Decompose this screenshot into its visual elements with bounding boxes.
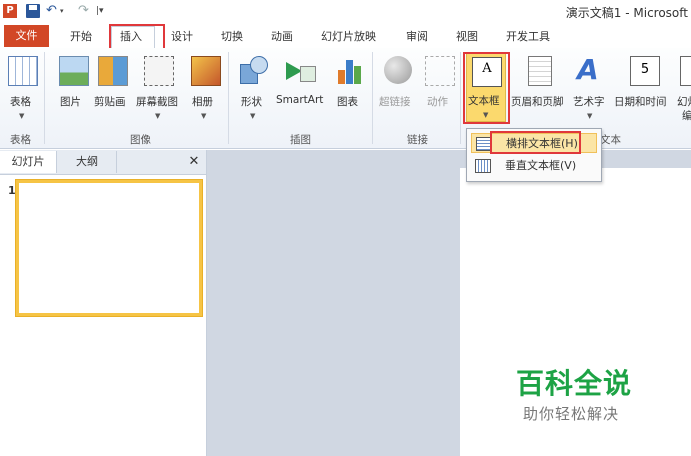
header-footer-button[interactable]: 页眉和页脚 xyxy=(510,50,570,130)
chart-label: 图表 xyxy=(337,96,358,108)
shapes-icon xyxy=(240,56,268,84)
table-icon xyxy=(8,56,38,86)
chart-icon xyxy=(336,56,364,84)
clipart-button[interactable]: 剪贴画 xyxy=(94,50,130,130)
album-label: 相册 xyxy=(192,96,213,108)
smartart-icon xyxy=(286,56,316,84)
slide-number: 1 xyxy=(8,184,16,197)
smartart-button[interactable]: SmartArt xyxy=(274,50,328,130)
datetime-label: 日期和时间 xyxy=(614,96,667,108)
undo-dropdown-icon[interactable]: ▾ xyxy=(60,4,74,18)
screenshot-icon xyxy=(144,56,174,86)
group-text-label: 文本 xyxy=(600,134,621,146)
powerpoint-icon: P xyxy=(3,4,17,18)
wordart-label: 艺术字 xyxy=(573,96,605,108)
slide-number-label-2: 编 xyxy=(682,110,691,122)
action-label: 动作 xyxy=(427,96,448,108)
slide-number-button[interactable]: 幻灯 编 xyxy=(676,50,691,130)
calendar-icon: 5 xyxy=(630,56,660,86)
tab-transitions[interactable]: 切换 xyxy=(221,28,243,44)
customize-qat-icon[interactable]: |▾ xyxy=(96,4,110,18)
group-images-label: 图像 xyxy=(130,134,151,146)
group-separator xyxy=(372,52,373,144)
slide-thumbnail[interactable] xyxy=(16,180,202,316)
shapes-label: 形状 xyxy=(241,96,262,108)
action-button[interactable]: 动作 xyxy=(424,50,455,130)
picture-icon xyxy=(59,56,89,86)
window-title: 演示文稿1 - Microsoft xyxy=(565,6,688,20)
table-label: 表格 xyxy=(10,96,31,108)
slide-number-label: 幻灯 xyxy=(677,96,691,108)
group-separator xyxy=(228,52,229,144)
ribbon-tabs: 文件 开始 插入 设计 切换 动画 幻灯片放映 审阅 视图 开发工具 xyxy=(0,24,691,49)
screenshot-label: 屏幕截图 xyxy=(136,96,178,108)
tab-home[interactable]: 开始 xyxy=(70,28,92,44)
shapes-dropdown-icon: ▼ xyxy=(250,112,256,120)
horizontal-textbox-highlight xyxy=(490,131,581,154)
album-dropdown-icon: ▼ xyxy=(201,112,207,120)
table-dropdown-icon: ▼ xyxy=(19,112,25,120)
group-links-label: 链接 xyxy=(407,134,428,146)
wordart-dropdown-icon: ▼ xyxy=(587,112,593,120)
album-button[interactable]: 相册 ▼ xyxy=(190,50,221,130)
header-footer-label: 页眉和页脚 xyxy=(511,96,564,108)
header-footer-icon xyxy=(528,56,552,86)
smartart-label: SmartArt xyxy=(276,94,324,106)
group-separator xyxy=(44,52,45,144)
watermark-title: 百科全说 xyxy=(516,367,633,400)
screenshot-button[interactable]: 屏幕截图 ▼ xyxy=(134,50,184,130)
datetime-button[interactable]: 5 日期和时间 xyxy=(612,50,676,130)
clipart-icon xyxy=(98,56,128,86)
group-illustrations-label: 插图 xyxy=(290,134,311,146)
slides-pane: 幻灯片 大纲 ✕ 1 xyxy=(0,150,207,456)
undo-icon[interactable]: ↶ xyxy=(46,4,60,18)
tab-slides[interactable]: 幻灯片 xyxy=(0,151,57,173)
hyperlink-label: 超链接 xyxy=(379,96,411,108)
tab-view[interactable]: 视图 xyxy=(456,28,478,44)
table-button[interactable]: 表格 ▼ xyxy=(6,50,38,130)
close-pane-icon[interactable]: ✕ xyxy=(184,151,204,173)
picture-button[interactable]: 图片 xyxy=(56,50,90,130)
chart-button[interactable]: 图表 xyxy=(334,50,366,130)
picture-label: 图片 xyxy=(60,96,81,108)
tab-design[interactable]: 设计 xyxy=(171,28,193,44)
screenshot-dropdown-icon: ▼ xyxy=(155,112,161,120)
save-icon[interactable] xyxy=(26,4,40,18)
redo-icon[interactable]: ↷ xyxy=(78,4,92,18)
tab-review[interactable]: 审阅 xyxy=(406,28,428,44)
hyperlink-icon xyxy=(384,56,412,84)
group-tables-label: 表格 xyxy=(10,134,31,146)
menu-item-vertical-textbox[interactable]: 垂直文本框(V) xyxy=(471,156,597,176)
tab-animations[interactable]: 动画 xyxy=(271,28,293,44)
album-icon xyxy=(191,56,221,86)
vertical-textbox-label: 垂直文本框(V) xyxy=(505,159,577,172)
vertical-textbox-icon xyxy=(475,159,491,173)
group-separator xyxy=(460,52,461,144)
tab-file[interactable]: 文件 xyxy=(4,25,49,47)
watermark-subtitle: 助你轻松解决 xyxy=(523,405,620,423)
tab-outline[interactable]: 大纲 xyxy=(58,151,117,173)
hyperlink-button[interactable]: 超链接 xyxy=(378,50,418,130)
textbox-highlight xyxy=(463,52,510,124)
wordart-icon: A xyxy=(577,53,599,86)
wordart-button[interactable]: A 艺术字 ▼ xyxy=(572,50,610,130)
tab-slideshow[interactable]: 幻灯片放映 xyxy=(321,28,376,44)
title-bar: P ↶ ▾ ↷ |▾ 演示文稿1 - Microsoft xyxy=(0,0,691,24)
clipart-label: 剪贴画 xyxy=(94,96,126,108)
slide-number-icon xyxy=(680,56,691,86)
shapes-button[interactable]: 形状 ▼ xyxy=(236,50,270,130)
tab-developer[interactable]: 开发工具 xyxy=(506,28,550,44)
slides-pane-tabs: 幻灯片 大纲 ✕ xyxy=(0,150,206,175)
action-icon xyxy=(425,56,455,86)
